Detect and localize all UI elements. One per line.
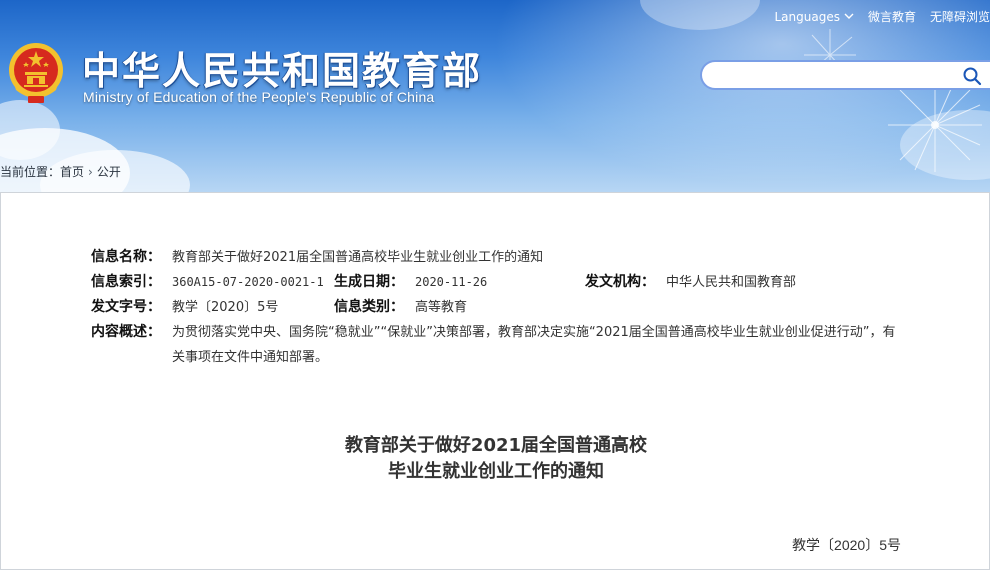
national-emblem[interactable]: [6, 40, 66, 106]
info-summary-label: 内容概述：: [91, 324, 161, 340]
info-row-index: 信息索引： 360A15-07-2020-0021-1 生成日期： 2020-1…: [91, 270, 911, 295]
chevron-right-icon: ›: [88, 164, 93, 179]
info-date-value: 2020-11-26: [415, 275, 488, 289]
info-docno-label: 发文字号：: [91, 299, 161, 315]
info-row-docno: 发文字号： 教学〔2020〕5号 信息类别： 高等教育: [91, 295, 911, 320]
info-index-label: 信息索引：: [91, 274, 161, 290]
site-header: 中华人民共和国教育部 Ministry of Education of the …: [0, 0, 990, 192]
document-title-line-2: 毕业生就业创业工作的通知: [388, 461, 604, 482]
info-date-label: 生成日期：: [334, 274, 404, 290]
info-name-label: 信息名称：: [91, 249, 161, 265]
document-title: 教育部关于做好2021届全国普通高校 毕业生就业创业工作的通知: [1, 433, 990, 485]
info-row-summary: 内容概述： 为贯彻落实党中央、国务院“稳就业”“保就业”决策部署，教育部决定实施…: [91, 320, 911, 365]
info-category-label: 信息类别：: [334, 299, 404, 315]
accessibility-link[interactable]: 无障碍浏览: [930, 8, 990, 25]
info-name-value: 教育部关于做好2021届全国普通高校毕业生就业创业工作的通知: [172, 250, 544, 265]
languages-menu[interactable]: Languages: [774, 9, 854, 24]
info-summary-value: 为贯彻落实党中央、国务院“稳就业”“保就业”决策部署，教育部决定实施“2021届…: [172, 325, 896, 365]
info-row-name: 信息名称： 教育部关于做好2021届全国普通高校毕业生就业创业工作的通知: [91, 245, 911, 270]
top-links: Languages 微言教育 无障碍浏览: [774, 8, 990, 25]
search-input[interactable]: [714, 66, 948, 86]
search-icon[interactable]: [962, 66, 982, 86]
info-agency-value: 中华人民共和国教育部: [666, 275, 797, 290]
breadcrumb-current-link[interactable]: 公开: [97, 163, 121, 180]
chevron-down-icon: [844, 13, 854, 19]
breadcrumb-prefix: 当前位置：: [0, 165, 61, 179]
weibo-link[interactable]: 微言教育: [868, 8, 916, 25]
info-category-value: 高等教育: [415, 300, 468, 315]
search-box: [700, 60, 990, 90]
languages-label: Languages: [774, 9, 840, 24]
info-index-value: 360A15-07-2020-0021-1: [172, 275, 324, 289]
info-agency-label: 发文机构：: [585, 274, 655, 290]
info-docno-value: 教学〔2020〕5号: [172, 300, 279, 315]
site-subtitle[interactable]: Ministry of Education of the People's Re…: [83, 89, 434, 105]
document-title-line-1: 教育部关于做好2021届全国普通高校: [344, 435, 648, 456]
breadcrumb-home-link[interactable]: 首页: [60, 163, 84, 180]
breadcrumb: 当前位置： 首页 › 公开: [0, 163, 121, 180]
content-panel: 信息名称： 教育部关于做好2021届全国普通高校毕业生就业创业工作的通知 信息索…: [0, 192, 990, 570]
document-number: 教学〔2020〕5号: [792, 537, 901, 553]
info-table: 信息名称： 教育部关于做好2021届全国普通高校毕业生就业创业工作的通知 信息索…: [91, 245, 911, 365]
national-emblem-icon: [9, 43, 63, 103]
site-title[interactable]: 中华人民共和国教育部: [82, 40, 482, 95]
